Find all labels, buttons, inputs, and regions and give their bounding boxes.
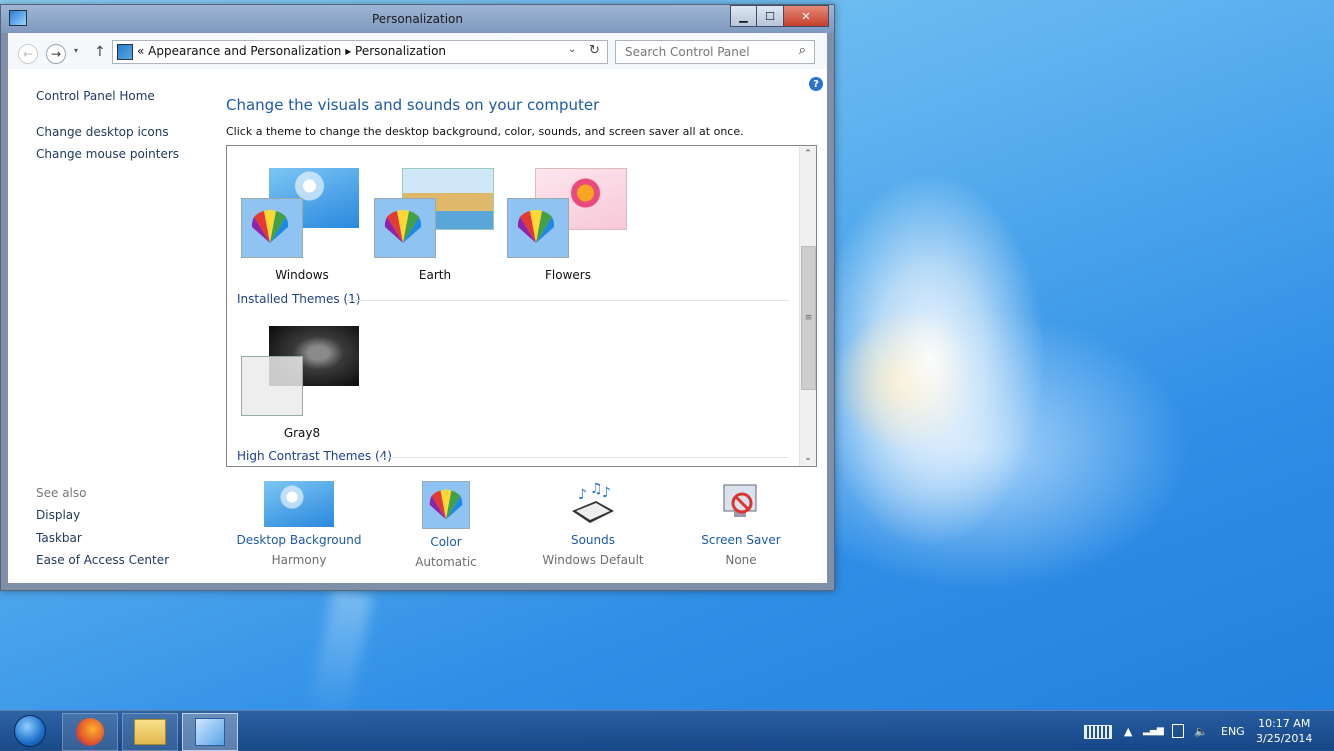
clock[interactable]: 10:17 AM 3/25/2014 — [1256, 716, 1312, 746]
wallpaper-decoration — [306, 587, 374, 723]
theme-list: Windows Earth Flowers Installed Themes (… — [226, 145, 817, 467]
color-fan-icon — [429, 489, 463, 520]
page-title: Change the visuals and sounds on your co… — [226, 96, 600, 114]
display-link[interactable]: Display — [36, 508, 80, 522]
color-swatch-icon — [241, 198, 303, 258]
svg-text:♫: ♫ — [590, 481, 603, 497]
maximize-button[interactable]: ☐ — [756, 5, 784, 27]
color-swatch-icon — [507, 198, 569, 258]
theme-flowers[interactable]: Flowers — [507, 168, 647, 298]
sounds-icon: ♪ ♫ ♪ — [572, 481, 614, 523]
network-signal-icon[interactable]: ▂▄▆ — [1143, 711, 1164, 751]
show-hidden-icons-button[interactable]: ▲ — [1124, 711, 1132, 751]
screen-saver-icon — [723, 484, 757, 517]
screen-saver-value: None — [725, 553, 757, 567]
taskbar-firefox[interactable] — [62, 713, 118, 751]
clock-time: 10:17 AM — [1258, 717, 1311, 730]
up-arrow-icon[interactable]: ↑ — [94, 44, 106, 60]
close-button[interactable]: ✕ — [783, 5, 829, 27]
see-also-heading: See also — [36, 486, 87, 500]
page-description: Click a theme to change the desktop back… — [226, 125, 744, 138]
taskbar-control-panel[interactable] — [182, 713, 238, 751]
svg-text:♪: ♪ — [602, 485, 611, 501]
firefox-icon — [76, 718, 104, 746]
theme-earth[interactable]: Earth — [374, 168, 514, 298]
desktop-background-label[interactable]: Desktop Background — [234, 533, 364, 547]
color-label[interactable]: Color — [381, 535, 511, 549]
taskbar-file-explorer[interactable] — [122, 713, 178, 751]
theme-windows[interactable]: Windows — [241, 168, 381, 298]
forward-button[interactable]: → — [46, 44, 66, 64]
sounds-label[interactable]: Sounds — [528, 533, 658, 547]
chevron-down-icon[interactable]: ⌄ — [568, 44, 576, 55]
window-content: ← → ▾ ↑ « Appearance and Personalization… — [8, 33, 827, 583]
color-icon — [422, 481, 470, 529]
taskbar-link[interactable]: Taskbar — [36, 531, 82, 545]
theme-gray8[interactable]: Gray8 — [241, 326, 381, 456]
color-fan-icon — [384, 209, 422, 243]
help-icon[interactable]: ? — [809, 77, 823, 91]
desktop-background-item[interactable]: Desktop Background Harmony — [234, 481, 364, 567]
taskbar: ▲ ▂▄▆ 🔈 ENG 10:17 AM 3/25/2014 — [0, 710, 1334, 751]
personalization-window: Personalization ▁ ☐ ✕ ← → ▾ ↑ « Appearan… — [0, 4, 835, 591]
control-panel-icon — [195, 718, 225, 746]
clock-date: 3/25/2014 — [1256, 732, 1313, 745]
language-indicator[interactable]: ENG — [1221, 711, 1245, 751]
theme-label: Gray8 — [283, 426, 321, 440]
title-bar[interactable]: Personalization ▁ ☐ ✕ — [1, 5, 834, 33]
control-panel-icon — [117, 44, 133, 60]
scroll-up-icon[interactable]: ⌃ — [800, 146, 816, 162]
desktop-background-value: Harmony — [271, 553, 327, 567]
desktop-background-icon — [264, 481, 334, 527]
scroll-thumb[interactable]: ≡ — [801, 246, 816, 390]
screen-saver-label[interactable]: Screen Saver — [676, 533, 806, 547]
svg-text:♪: ♪ — [578, 487, 587, 503]
change-desktop-icons-link[interactable]: Change desktop icons — [36, 125, 169, 139]
start-button[interactable] — [4, 713, 56, 749]
back-button[interactable]: ← — [18, 44, 38, 64]
breadcrumb[interactable]: « Appearance and Personalization ▸ Perso… — [137, 44, 446, 58]
color-swatch-icon — [374, 198, 436, 258]
theme-list-scrollbar[interactable]: ⌃ ≡ ⌄ — [799, 146, 816, 466]
color-swatch-icon — [241, 356, 303, 416]
color-value: Automatic — [415, 555, 477, 569]
start-orb-icon — [14, 715, 46, 747]
group-divider — [347, 300, 789, 301]
screen-saver-item[interactable]: Screen Saver None — [676, 481, 806, 567]
recent-locations-icon[interactable]: ▾ — [74, 46, 78, 55]
search-icon[interactable]: ⌕ — [799, 43, 806, 58]
change-mouse-pointers-link[interactable]: Change mouse pointers — [36, 147, 179, 161]
search-input[interactable]: Search Control Panel ⌕ — [615, 40, 815, 64]
window-title: Personalization — [372, 12, 463, 26]
sounds-item[interactable]: ♪ ♫ ♪ Sounds Windows Default — [528, 481, 658, 567]
installed-themes-header: Installed Themes (1) — [237, 292, 361, 306]
minimize-button[interactable]: ▁ — [730, 5, 757, 27]
folder-icon — [134, 719, 166, 745]
theme-label: Windows — [275, 268, 329, 282]
group-divider — [377, 457, 789, 458]
volume-icon[interactable]: 🔈 — [1194, 711, 1208, 751]
ease-of-access-center-link[interactable]: Ease of Access Center — [36, 553, 169, 567]
scroll-down-icon[interactable]: ⌄ — [800, 450, 816, 466]
refresh-icon[interactable]: ↻ — [589, 43, 600, 58]
sounds-value: Windows Default — [542, 553, 644, 567]
color-fan-icon — [251, 209, 289, 243]
control-panel-home-link[interactable]: Control Panel Home — [36, 89, 155, 103]
navigation-bar: ← → ▾ ↑ « Appearance and Personalization… — [8, 33, 827, 69]
theme-label: Earth — [418, 268, 452, 282]
action-center-icon[interactable] — [1172, 711, 1184, 751]
color-item[interactable]: Color Automatic — [381, 481, 511, 569]
theme-label: Flowers — [545, 268, 591, 282]
color-fan-icon — [517, 209, 555, 243]
address-bar[interactable]: « Appearance and Personalization ▸ Perso… — [112, 40, 608, 64]
keyboard-icon[interactable] — [1084, 725, 1112, 739]
high-contrast-themes-header: High Contrast Themes (4) — [237, 449, 392, 463]
search-placeholder: Search Control Panel — [625, 45, 750, 59]
